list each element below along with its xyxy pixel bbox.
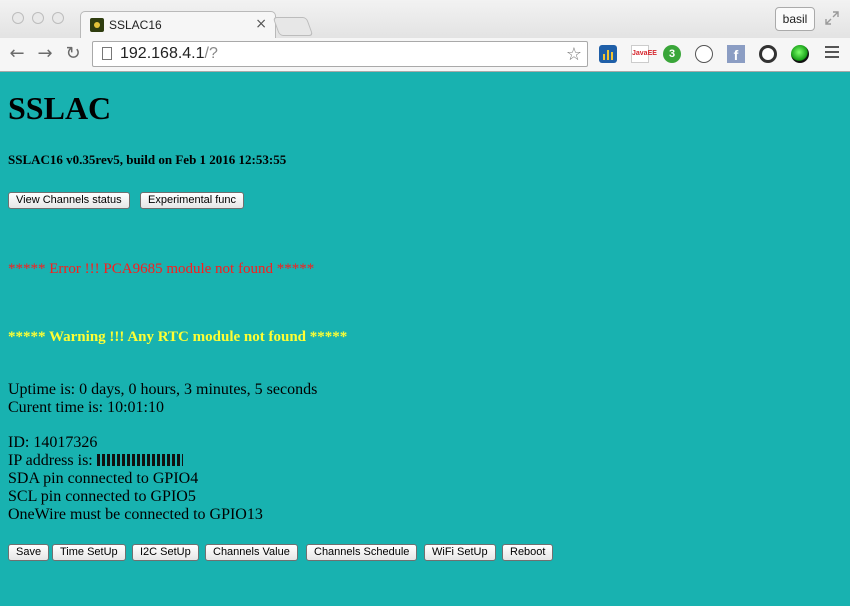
ip-address-label: IP address is: <box>8 452 97 469</box>
bookmark-star-icon[interactable]: ☆ <box>566 44 582 65</box>
fullscreen-icon[interactable] <box>824 10 840 26</box>
channels-schedule-button[interactable]: Channels Schedule <box>306 544 418 561</box>
page-title: SSLAC <box>8 90 112 126</box>
tab-close-icon[interactable]: × <box>255 16 267 32</box>
uptime-text: Uptime is: 0 days, 0 hours, 3 minutes, 5… <box>8 381 318 398</box>
view-channels-status-button[interactable]: View Channels status <box>8 192 130 209</box>
green-dot-extension-icon[interactable] <box>791 45 809 63</box>
reload-icon[interactable]: ↻ <box>63 43 83 65</box>
badge-extension-icon[interactable]: 3 <box>663 45 681 63</box>
tab-title: SSLAC16 <box>109 18 162 32</box>
profile-button[interactable]: basil <box>775 7 815 31</box>
facebook-extension-icon[interactable]: f <box>727 45 745 63</box>
bar-chart-extension-icon[interactable] <box>599 45 617 63</box>
tab-sslac16[interactable]: SSLAC16 × <box>80 11 276 39</box>
page-icon <box>102 47 112 60</box>
warning-message: ***** Warning !!! Any RTC module not fou… <box>8 329 348 345</box>
new-tab-button[interactable] <box>272 17 314 36</box>
build-info: SSLAC16 v0.35rev5, build on Feb 1 2016 1… <box>8 152 287 167</box>
javaee-extension-icon[interactable]: JavaEE <box>631 45 657 63</box>
save-button[interactable]: Save <box>8 544 50 561</box>
time-setup-button[interactable]: Time SetUp <box>52 544 126 561</box>
wifi-setup-button[interactable]: WiFi SetUp <box>424 544 496 561</box>
favicon-icon <box>90 18 104 32</box>
url-host: 192.168.4.1 <box>120 45 205 62</box>
sda-pin-text: SDA pin connected to GPIO4 <box>8 470 199 487</box>
face-extension-icon[interactable] <box>695 45 713 63</box>
wheel-extension-icon[interactable] <box>759 45 777 63</box>
forward-arrow-icon[interactable]: → <box>35 43 55 65</box>
i2c-setup-button[interactable]: I2C SetUp <box>132 544 199 561</box>
redacted-ip <box>96 454 183 466</box>
minimize-window-icon[interactable] <box>32 12 44 24</box>
device-id-text: ID: 14017326 <box>8 434 98 451</box>
zoom-window-icon[interactable] <box>52 12 64 24</box>
back-arrow-icon[interactable]: ← <box>7 43 27 65</box>
scl-pin-text: SCL pin connected to GPIO5 <box>8 488 196 505</box>
url-path: /? <box>204 45 218 62</box>
url-text[interactable]: 192.168.4.1/? <box>120 45 218 63</box>
reboot-button[interactable]: Reboot <box>502 544 554 561</box>
channels-value-button[interactable]: Channels Value <box>205 544 298 561</box>
menu-icon[interactable] <box>825 46 839 62</box>
page-content: SSLAC SSLAC16 v0.35rev5, build on Feb 1 … <box>0 72 850 606</box>
close-window-icon[interactable] <box>12 12 24 24</box>
experimental-func-button[interactable]: Experimental func <box>140 192 245 209</box>
error-message: ***** Error !!! PCA9685 module not found… <box>8 261 315 277</box>
onewire-pin-text: OneWire must be connected to GPIO13 <box>8 506 263 523</box>
current-time-text: Curent time is: 10:01:10 <box>8 399 164 416</box>
address-bar[interactable]: 192.168.4.1/? ☆ <box>92 41 588 67</box>
tab-bar: SSLAC16 × basil <box>0 0 850 39</box>
browser-toolbar: ← → ↻ 192.168.4.1/? ☆ JavaEE 3 f <box>0 38 850 72</box>
ip-address-line: IP address is: <box>8 452 183 470</box>
